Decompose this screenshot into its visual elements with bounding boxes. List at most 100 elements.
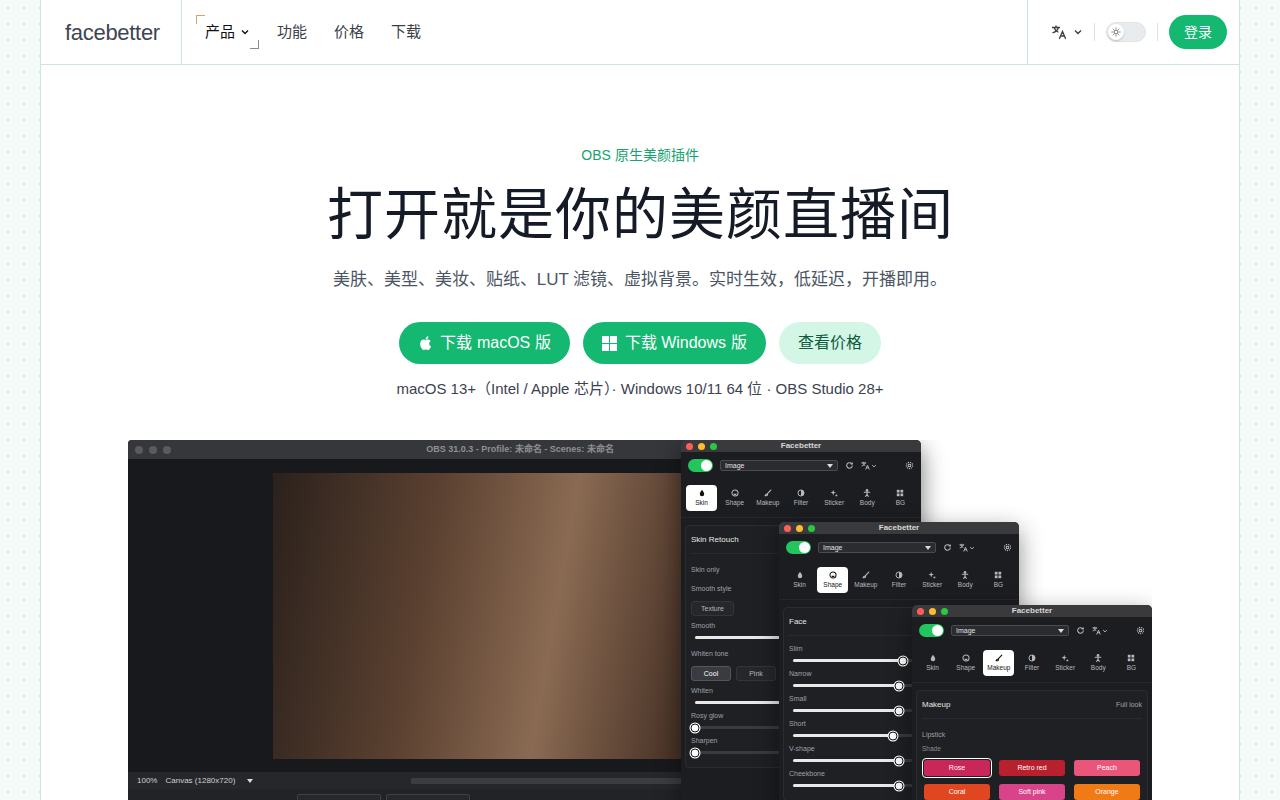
zoom-button[interactable]: [941, 608, 948, 615]
close-button[interactable]: [917, 608, 924, 615]
slider-handle[interactable]: [691, 748, 700, 757]
hero-button[interactable]: 查看价格: [779, 322, 881, 364]
window-control[interactable]: [149, 446, 157, 454]
shade-swatch[interactable]: Peach: [1072, 758, 1142, 778]
tab[interactable]: Makeup: [752, 485, 783, 511]
slider-handle[interactable]: [691, 723, 700, 732]
nav-link[interactable]: 下载: [382, 15, 430, 49]
refresh-icon: [1076, 626, 1085, 635]
tab[interactable]: Sticker: [819, 485, 850, 511]
source-select[interactable]: Image: [818, 542, 936, 553]
source-select[interactable]: Image: [720, 460, 838, 471]
shade-swatch[interactable]: Coral: [922, 782, 992, 800]
login-button[interactable]: 登录: [1169, 15, 1227, 49]
tab[interactable]: Filter: [1016, 650, 1047, 676]
divider: [1094, 23, 1095, 41]
tab[interactable]: Skin: [917, 650, 948, 676]
tab[interactable]: Filter: [785, 485, 816, 511]
window-title: Facebetter: [819, 522, 979, 534]
slider-handle[interactable]: [888, 731, 897, 740]
language-button[interactable]: [861, 461, 877, 470]
tab[interactable]: Body: [852, 485, 883, 511]
button-label: 下载 macOS 版: [440, 331, 550, 355]
nav-link[interactable]: 产品: [196, 15, 259, 49]
tab[interactable]: Shape: [950, 650, 981, 676]
tab-bar: Skin ShapeMakeupFilterStickerBodyBG: [912, 644, 1152, 682]
nav-link[interactable]: 功能: [268, 15, 316, 49]
window-title: Facebetter: [721, 440, 881, 452]
zoom-button[interactable]: [710, 443, 717, 450]
chevron-down-icon: [871, 463, 877, 469]
section-header: MakeupFull look: [922, 699, 1142, 719]
tab-label: Sticker: [824, 499, 844, 506]
tab[interactable]: BG: [885, 485, 916, 511]
slider-handle[interactable]: [895, 706, 904, 715]
theme-toggle[interactable]: [1106, 22, 1146, 42]
swatch-fill: Retro red: [999, 760, 1065, 776]
minimize-button[interactable]: [796, 525, 803, 532]
source-label: Image: [956, 626, 1058, 635]
language-button[interactable]: [1051, 24, 1083, 40]
toggle-knob: [701, 460, 712, 471]
hero-buttons: 下载 macOS 版 下载 Windows 版查看价格: [41, 322, 1239, 364]
canvas-size[interactable]: Canvas (1280x720): [165, 775, 235, 787]
zoom-button[interactable]: [808, 525, 815, 532]
tab[interactable]: Filter: [883, 567, 914, 593]
close-button[interactable]: [784, 525, 791, 532]
setting-caption: Shade: [922, 744, 1142, 754]
setting-row: Shade: [922, 744, 1142, 754]
language-button[interactable]: [959, 543, 975, 552]
dropdown-arrow-icon[interactable]: [247, 779, 253, 783]
page-frame: facebetter 产品功能价格下载 登录 OBS 原生美颜插件打开就是你的美…: [40, 0, 1240, 800]
tab[interactable]: Makeup: [983, 650, 1014, 676]
slider-handle[interactable]: [895, 781, 904, 790]
face-icon: [962, 654, 970, 662]
tab[interactable]: Sticker: [1050, 650, 1081, 676]
segment-button[interactable]: Pink: [736, 666, 776, 681]
tab[interactable]: Sticker: [917, 567, 948, 593]
minimize-button[interactable]: [929, 608, 936, 615]
shade-swatch[interactable]: Retro red: [997, 758, 1067, 778]
enable-toggle[interactable]: [919, 624, 944, 637]
tab[interactable]: Skin: [686, 485, 717, 511]
segment-button[interactable]: Cool: [691, 666, 731, 681]
swatch-label: Orange: [1095, 787, 1118, 798]
slider-handle[interactable]: [895, 681, 904, 690]
face-icon: [731, 489, 739, 497]
shade-swatch[interactable]: Rose: [922, 758, 992, 778]
shade-swatch[interactable]: Orange: [1072, 782, 1142, 800]
shade-swatch[interactable]: Soft pink: [997, 782, 1067, 800]
tab[interactable]: Makeup: [850, 567, 881, 593]
segment-button[interactable]: Texture: [691, 601, 734, 616]
tab[interactable]: BG: [983, 567, 1014, 593]
tab[interactable]: Shape: [719, 485, 750, 511]
hero-button[interactable]: 下载 macOS 版: [399, 322, 569, 364]
control-button[interactable]: [297, 794, 381, 800]
minimize-button[interactable]: [698, 443, 705, 450]
window-control[interactable]: [163, 446, 171, 454]
nav-link[interactable]: 价格: [325, 15, 373, 49]
swatch-label: Retro red: [1017, 763, 1046, 774]
tab[interactable]: Skin: [784, 567, 815, 593]
hero-button[interactable]: 下载 Windows 版: [583, 322, 766, 364]
enable-toggle[interactable]: [786, 541, 811, 554]
tab[interactable]: BG: [1116, 650, 1147, 676]
slider-handle[interactable]: [895, 756, 904, 765]
language-button[interactable]: [1092, 626, 1108, 635]
tab[interactable]: Body: [950, 567, 981, 593]
slider-handle[interactable]: [899, 656, 908, 665]
close-button[interactable]: [686, 443, 693, 450]
filter-icon: [1028, 654, 1036, 662]
control-button[interactable]: [386, 794, 470, 800]
tab-label: Skin: [926, 664, 939, 671]
refresh-icon: [845, 461, 854, 470]
translate-icon: [959, 543, 968, 552]
tab[interactable]: Shape: [817, 567, 848, 593]
tab[interactable]: Body: [1083, 650, 1114, 676]
source-select[interactable]: Image: [951, 625, 1069, 636]
logo[interactable]: facebetter: [65, 16, 160, 49]
tab-label: Skin: [695, 499, 708, 506]
window-control[interactable]: [135, 446, 143, 454]
enable-toggle[interactable]: [688, 459, 713, 472]
nav-link-label: 价格: [334, 21, 364, 43]
